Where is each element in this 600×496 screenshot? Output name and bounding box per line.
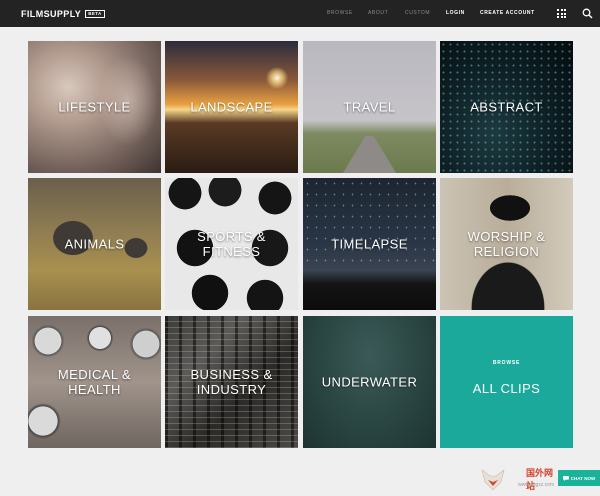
category-underwater[interactable]: UNDERWATER xyxy=(303,316,436,448)
nav-custom[interactable]: CUSTOM xyxy=(405,10,430,16)
category-label: ANIMALS xyxy=(64,236,125,252)
category-label: MEDICAL & HEALTH xyxy=(57,367,132,397)
nav-about[interactable]: ABOUT xyxy=(368,10,388,16)
category-label: SPORTS & FITNESS xyxy=(197,229,266,259)
chat-label: CHAT NOW xyxy=(570,475,596,481)
search-icon[interactable] xyxy=(582,8,593,19)
grid-menu-icon[interactable] xyxy=(557,9,566,18)
category-label: TRAVEL xyxy=(343,99,396,115)
category-abstract[interactable]: ABSTRACT xyxy=(440,41,573,173)
top-navigation-bar: FILMSUPPLY BETA BROWSE ABOUT CUSTOM LOGI… xyxy=(0,0,600,27)
watermark-url: www.eggxz.com xyxy=(518,482,555,488)
nav-create-account[interactable]: CREATE ACCOUNT xyxy=(480,10,535,16)
chat-bubble-icon xyxy=(562,475,569,481)
category-business-industry[interactable]: BUSINESS & INDUSTRY xyxy=(165,316,298,448)
category-timelapse[interactable]: TIMELAPSE xyxy=(303,178,436,310)
chat-now-button[interactable]: CHAT NOW xyxy=(558,470,600,486)
category-label: ABSTRACT xyxy=(470,99,543,115)
nav-browse[interactable]: BROWSE xyxy=(327,10,353,16)
browse-all-clips-tile[interactable]: BROWSE ALL CLIPS xyxy=(440,316,573,448)
all-clips-label: ALL CLIPS xyxy=(472,381,541,396)
category-label: TIMELAPSE xyxy=(331,236,408,252)
category-animals[interactable]: ANIMALS xyxy=(28,178,161,310)
category-label: WORSHIP & RELIGION xyxy=(467,229,546,259)
category-travel[interactable]: TRAVEL xyxy=(303,41,436,173)
category-worship-religion[interactable]: WORSHIP & RELIGION xyxy=(440,178,573,310)
category-landscape[interactable]: LANDSCAPE xyxy=(165,41,298,173)
category-label: LANDSCAPE xyxy=(190,99,273,115)
category-medical-health[interactable]: MEDICAL & HEALTH xyxy=(28,316,161,448)
site-watermark: 国外网站 www.eggxz.com xyxy=(478,462,558,496)
category-label: UNDERWATER xyxy=(321,374,418,390)
nav-login[interactable]: LOGIN xyxy=(446,10,465,16)
category-label: LIFESTYLE xyxy=(58,99,131,115)
watermark-cn: 国外网站 xyxy=(526,468,554,491)
category-sports-fitness[interactable]: SPORTS & FITNESS xyxy=(165,178,298,310)
fox-logo-icon xyxy=(481,469,505,491)
browse-label: BROWSE xyxy=(492,360,521,366)
category-lifestyle[interactable]: LIFESTYLE xyxy=(28,41,161,173)
logo-text: FILMSUPPLY xyxy=(21,9,82,19)
category-label: BUSINESS & INDUSTRY xyxy=(190,367,273,397)
beta-badge: BETA xyxy=(85,10,105,18)
filmsupply-logo[interactable]: FILMSUPPLY BETA xyxy=(21,9,105,19)
